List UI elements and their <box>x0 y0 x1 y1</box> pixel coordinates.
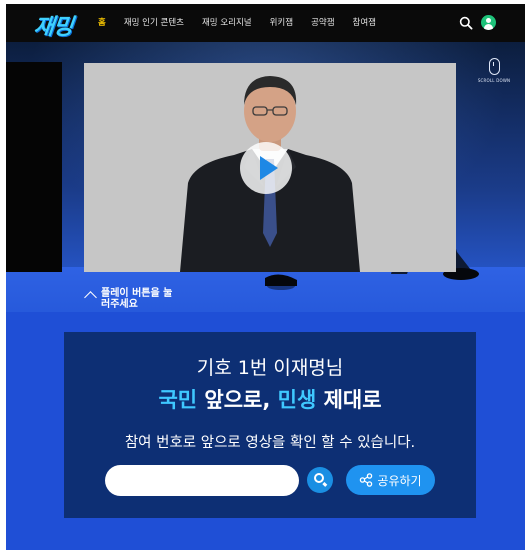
slogan-text-1: 앞으로, <box>197 388 278 412</box>
panel-title: 기호 1번 이재명님 <box>196 357 344 379</box>
nav-item-home[interactable]: 홈 <box>98 16 106 28</box>
share-button[interactable]: 공유하기 <box>346 465 435 495</box>
search-button[interactable] <box>307 467 333 493</box>
nav-item-participate[interactable]: 참여잼 <box>353 16 376 28</box>
slogan: 국민 앞으로, 민생 제대로 <box>64 384 476 414</box>
scroll-hint-label: SCROLL DOWN <box>477 78 511 83</box>
top-nav: 재밍 홈 재밍 인기 콘텐츠 재밍 오리지널 위키잼 공약잼 참여잼 <box>6 4 525 42</box>
slogan-highlight-people: 국민 <box>158 388 198 412</box>
main-menu: 홈 재밍 인기 콘텐츠 재밍 오리지널 위키잼 공약잼 참여잼 <box>98 16 394 28</box>
site-logo[interactable]: 재밍 <box>32 9 74 41</box>
scroll-down-hint: SCROLL DOWN <box>474 58 514 83</box>
guide-text: 참여 번호로 앞으로 영상을 확인 할 수 있습니다. <box>124 435 416 451</box>
play-icon[interactable] <box>240 142 292 194</box>
user-icon[interactable] <box>481 15 496 30</box>
nav-item-popular[interactable]: 재밍 인기 콘텐츠 <box>124 16 184 28</box>
participation-panel: 기호 1번 이재명님 국민 앞으로, 민생 제대로 참여 번호로 앞으로 영상을… <box>64 332 476 518</box>
play-hint-label: 플레이 버튼을 눌러주세요 <box>101 288 173 310</box>
play-hint: 플레이 버튼을 눌러주세요 <box>84 288 181 310</box>
slogan-text-2: 제대로 <box>316 388 382 412</box>
nav-item-pledge[interactable]: 공약잼 <box>311 16 334 28</box>
video-player[interactable] <box>84 63 456 272</box>
slogan-highlight-livelihood: 민생 <box>277 388 317 412</box>
nav-item-wiki[interactable]: 위키잼 <box>270 16 293 28</box>
nav-item-original[interactable]: 재밍 오리지널 <box>202 16 252 28</box>
search-icon <box>313 473 324 483</box>
participation-number-input[interactable] <box>105 465 299 496</box>
share-icon <box>360 473 373 487</box>
mouse-icon <box>488 58 500 75</box>
left-screen <box>6 62 62 272</box>
chevron-up-icon <box>84 291 97 304</box>
page-frame: 재밍 홈 재밍 인기 콘텐츠 재밍 오리지널 위키잼 공약잼 참여잼 SCROL… <box>6 4 525 550</box>
share-button-label: 공유하기 <box>377 473 422 488</box>
search-icon[interactable] <box>459 16 473 30</box>
hero-section: SCROLL DOWN 플레이 버튼을 눌러주세요 <box>6 42 525 312</box>
